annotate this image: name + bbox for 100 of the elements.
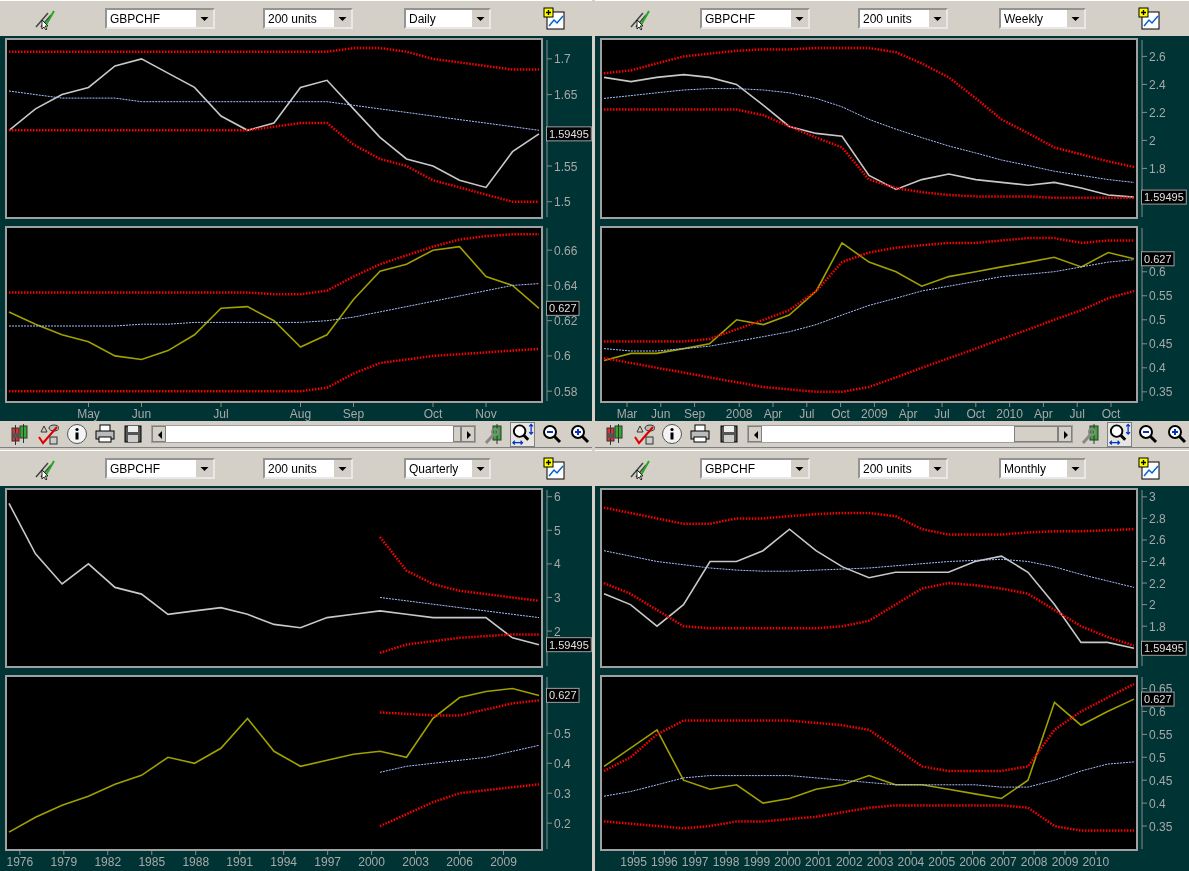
size-dropdown[interactable]: 200 units — [858, 8, 948, 29]
axis-label: Nov — [475, 407, 497, 421]
axis-label: 0.58 — [554, 384, 578, 399]
axis-label: 0.35 — [1149, 819, 1173, 834]
axis-label: 2008 — [725, 407, 753, 421]
axis-label: 1.5 — [554, 195, 571, 210]
symbol-dropdown[interactable]: GBPCHF — [105, 458, 215, 479]
current-value-label: 0.627 — [546, 300, 580, 316]
save-icon[interactable] — [717, 423, 740, 445]
axis-label: Oct — [1101, 407, 1121, 421]
axis-label: Sep — [683, 407, 706, 421]
axis-label: 3 — [1149, 490, 1156, 505]
axis-label: Apr — [763, 407, 783, 421]
period-dropdown[interactable]: Quarterly — [404, 458, 491, 479]
axis-label: 2.6 — [1149, 533, 1166, 548]
axis-label: 1982 — [94, 855, 122, 869]
symbol-dropdown[interactable]: GBPCHF — [105, 8, 215, 29]
info-icon[interactable] — [660, 423, 683, 445]
drawing-tools-icon[interactable] — [632, 423, 655, 445]
axis-label: 2003 — [402, 855, 429, 869]
axis-label: 0.2 — [554, 816, 571, 831]
axis-label: Jul — [213, 407, 229, 421]
axis-label: 0.6 — [1149, 265, 1166, 280]
axis-label: 3 — [554, 591, 561, 605]
zoom-in-icon[interactable] — [568, 423, 591, 445]
scrollbar[interactable] — [151, 425, 477, 443]
info-icon[interactable] — [65, 423, 88, 445]
size-dropdown[interactable]: 200 units — [858, 458, 948, 479]
axis-label: 2000 — [774, 855, 801, 869]
axis-label: 1.7 — [554, 52, 571, 67]
axis-label: Jun — [131, 407, 152, 421]
axis-label: 0.5 — [554, 726, 571, 741]
symbol-dropdown[interactable]: GBPCHF — [700, 8, 810, 29]
axis-label: 2008 — [1020, 855, 1048, 869]
axis-label: 0.6 — [1149, 704, 1166, 719]
axis-label: 2006 — [959, 855, 986, 869]
axis-label: 2.4 — [1149, 77, 1166, 92]
axis-label: 2005 — [928, 855, 956, 869]
period-dropdown[interactable]: Daily — [404, 8, 491, 29]
axis-label: 2.2 — [1149, 105, 1166, 120]
symbol-dropdown[interactable]: GBPCHF — [700, 458, 810, 479]
drawing-tools-icon[interactable] — [37, 423, 60, 445]
scroll-left-icon[interactable] — [747, 426, 762, 442]
add-chart-icon[interactable] — [543, 457, 565, 480]
axis-label: 0.55 — [1149, 289, 1173, 304]
scroll-thumb[interactable] — [1013, 426, 1058, 442]
axis-label: Mar — [616, 407, 638, 421]
axis-label: 2010 — [996, 407, 1023, 421]
scroll-right-icon[interactable] — [461, 426, 476, 442]
current-value-label: 1.59495 — [546, 637, 592, 653]
axis-label: 1996 — [651, 855, 678, 869]
axis-label: 1991 — [226, 855, 254, 869]
add-chart-icon[interactable] — [1138, 457, 1160, 480]
period-dropdown[interactable]: Monthly — [999, 458, 1086, 479]
axis-label: 2 — [1149, 133, 1156, 148]
axis-label: 1999 — [743, 855, 771, 869]
scroll-thumb[interactable] — [453, 426, 462, 442]
printer-icon[interactable] — [689, 423, 712, 445]
scroll-left-icon[interactable] — [152, 426, 167, 442]
axis-label: 1997 — [681, 855, 709, 869]
axis-label: 5 — [554, 523, 561, 538]
axis-label: 0.45 — [1149, 337, 1173, 352]
axis-label: Oct — [423, 407, 443, 421]
zoom-out-icon[interactable] — [540, 423, 563, 445]
axis-label: 0.6 — [554, 349, 571, 364]
axis-label: May — [77, 407, 100, 421]
axis-label: 0.4 — [1149, 796, 1166, 811]
size-dropdown[interactable]: 200 units — [263, 458, 353, 479]
axis-label: 2002 — [835, 855, 863, 869]
axis-label: 1979 — [50, 855, 78, 869]
add-chart-icon[interactable] — [543, 7, 565, 30]
size-dropdown[interactable]: 200 units — [263, 8, 353, 29]
autoscale-button[interactable] — [510, 421, 536, 447]
axis-label: 2 — [554, 624, 561, 639]
autoscale-button[interactable] — [1107, 421, 1133, 447]
axis-label: 0.55 — [1149, 727, 1173, 742]
add-chart-icon[interactable] — [1138, 7, 1160, 30]
period-dropdown[interactable]: Weekly — [999, 8, 1086, 29]
axis-label: Jul — [799, 407, 815, 421]
axis-label: 2007 — [990, 855, 1017, 869]
axis-label: 1.65 — [554, 88, 578, 103]
axis-label: 0.66 — [554, 243, 578, 258]
axis-label: 1.8 — [1149, 161, 1166, 176]
printer-icon[interactable] — [94, 423, 117, 445]
axis-label: 2009 — [861, 407, 888, 421]
scrollbar[interactable] — [746, 425, 1073, 443]
axis-label: 1.8 — [1149, 619, 1166, 634]
save-icon[interactable] — [122, 423, 145, 445]
axis-label: 2.2 — [1149, 576, 1166, 591]
axis-label: 1.55 — [554, 159, 578, 174]
zoom-in-icon[interactable] — [1165, 423, 1188, 445]
axis-label: Apr — [1034, 407, 1053, 421]
axis-label: 0.62 — [554, 314, 578, 329]
current-value-label: 0.627 — [1141, 691, 1175, 707]
axis-label: 2010 — [1082, 855, 1110, 869]
axis-label: Jul — [1069, 407, 1085, 421]
axis-label: 0.4 — [554, 756, 571, 771]
axis-label: 0.64 — [554, 278, 578, 293]
zoom-out-icon[interactable] — [1137, 423, 1160, 445]
axis-label: 2003 — [866, 855, 894, 869]
